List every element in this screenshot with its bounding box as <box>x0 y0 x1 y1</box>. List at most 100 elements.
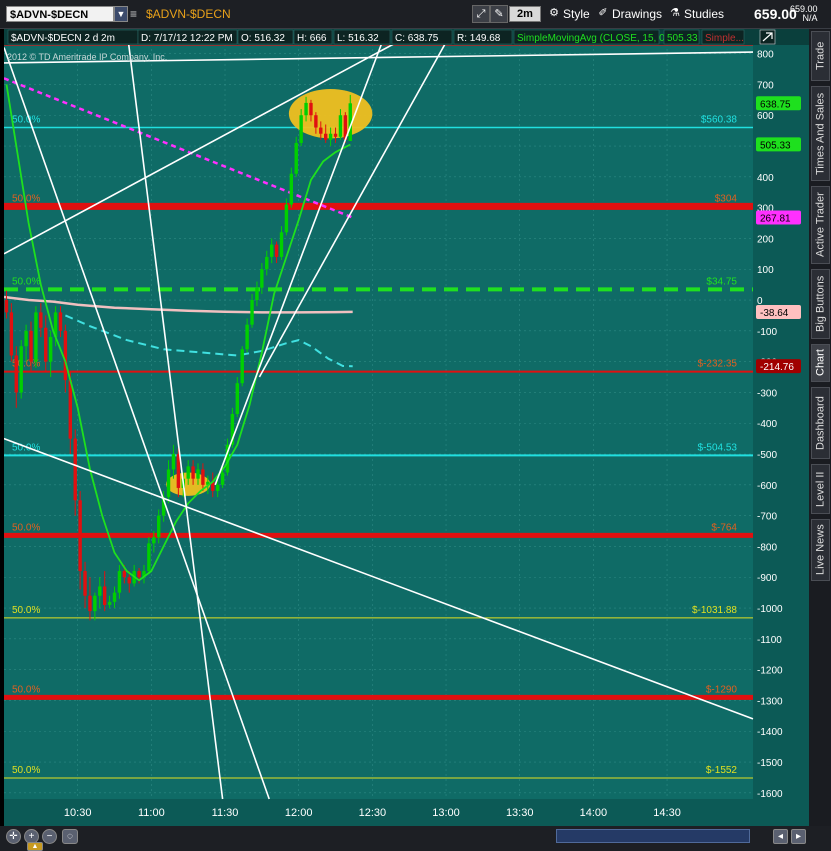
sidebar-tab-trade[interactable]: Trade <box>811 31 830 81</box>
chart-navigation-bar: ✛ + − ◌ ◂ ▸ ▲ <box>0 826 831 851</box>
fib-level-percent: 50.0% <box>12 684 40 695</box>
candle-body <box>314 115 318 128</box>
symbol-dropdown-icon[interactable]: ▼ <box>114 6 128 22</box>
y-tick-label: -1000 <box>757 604 783 615</box>
candle-body <box>245 324 249 350</box>
time-axis-background <box>4 799 812 826</box>
scroll-left-icon[interactable]: ◂ <box>773 829 788 844</box>
candle-body <box>107 601 112 605</box>
sidebar-tab-live-news[interactable]: Live News <box>811 519 830 581</box>
fib-level-price: $-1031.88 <box>692 605 737 616</box>
candle-body <box>68 380 73 439</box>
candle-body <box>122 571 127 578</box>
y-tick-label: -1400 <box>757 727 783 738</box>
x-tick-label: 14:00 <box>580 807 608 819</box>
candle-body <box>215 484 220 491</box>
candle-body <box>58 312 63 331</box>
candle-body <box>299 115 303 143</box>
plot-background <box>4 29 753 799</box>
style-icon: ⚙ <box>549 7 559 19</box>
y-tick-label: -400 <box>757 419 777 430</box>
chart-area[interactable]: 8007006005004003002001000-100-200-300-40… <box>3 28 812 826</box>
symbol-input[interactable]: $ADVN-$DECN <box>6 6 114 22</box>
candle-body <box>319 127 323 134</box>
price-bubble-label: -214.76 <box>760 362 794 373</box>
candle-body <box>152 537 156 544</box>
fib-level-percent: 50.0% <box>12 765 40 776</box>
candle-body <box>83 571 87 596</box>
chart-toolbar: $ADVN-$DECN ▼ ≡ $ADVN-$DECN ⤢ ✎ 2m ⚙ Sty… <box>0 0 831 29</box>
candle-body <box>166 469 171 498</box>
candle-body <box>14 355 18 393</box>
price-bubble-label: 267.81 <box>760 214 791 225</box>
sidebar-tab-chart[interactable]: Chart <box>811 344 830 382</box>
candle-body <box>78 500 82 572</box>
candle-body <box>255 287 259 301</box>
fib-level-price: $-232.35 <box>698 359 738 370</box>
candle-body <box>24 330 28 347</box>
sidebar-tab-active-trader[interactable]: Active Trader <box>811 186 830 264</box>
candle-body <box>240 349 244 384</box>
drawing-toggle-icon[interactable]: ◌ <box>62 829 78 844</box>
price-chart[interactable]: 8007006005004003002001000-100-200-300-40… <box>3 28 812 826</box>
candle-body <box>196 469 200 479</box>
y-tick-label: 600 <box>757 111 774 122</box>
style-button[interactable]: Style <box>563 5 590 23</box>
zoom-out-icon[interactable]: − <box>42 829 57 844</box>
y-tick-label: -300 <box>757 388 777 399</box>
crosshair-icon[interactable]: ✛ <box>6 829 21 844</box>
expand-arrow-icon[interactable]: ▲ <box>27 842 43 851</box>
candle-body <box>201 469 205 485</box>
studies-button[interactable]: Studies <box>684 5 724 23</box>
symbol-description: $ADVN-$DECN <box>146 7 231 21</box>
drawings-button[interactable]: Drawings <box>612 5 662 23</box>
candle-body <box>73 438 77 501</box>
wrench-icon[interactable]: ✎ <box>490 5 508 23</box>
candle-body <box>93 595 97 612</box>
price-bubble-label: 638.75 <box>760 99 791 110</box>
aggregation-button[interactable]: 2m <box>509 6 541 22</box>
x-tick-label: 13:30 <box>506 807 534 819</box>
candle-body <box>328 133 333 140</box>
x-tick-label: 13:00 <box>432 807 460 819</box>
y-tick-label: -1100 <box>757 635 782 646</box>
candle-body <box>137 571 141 578</box>
y-tick-label: -600 <box>757 481 777 492</box>
y-tick-label: 400 <box>757 173 774 184</box>
time-scrollbar[interactable] <box>556 829 750 843</box>
candle-body <box>279 232 284 257</box>
x-tick-label: 14:30 <box>653 807 681 819</box>
candle-body <box>19 346 23 393</box>
candle-body <box>171 454 176 470</box>
candle-body <box>102 586 107 605</box>
y-tick-label: -500 <box>757 450 777 461</box>
candle-body <box>333 133 338 137</box>
candle-body <box>34 312 38 362</box>
sidebar-tab-times-and-sales[interactable]: Times And Sales <box>811 86 830 181</box>
candle-body <box>324 133 328 140</box>
candle-body <box>250 300 254 325</box>
candle-body <box>338 115 343 137</box>
scroll-right-icon[interactable]: ▸ <box>791 829 806 844</box>
fib-level-percent: 50.0% <box>12 522 40 533</box>
info-field-text: 505.33 <box>667 33 698 44</box>
candle-body <box>44 327 48 362</box>
y-tick-label: 800 <box>757 50 774 61</box>
info-field-text: L: 516.32 <box>337 33 379 44</box>
right-sidebar: Trade Times And Sales Active Trader Big But… <box>809 29 831 826</box>
y-tick-label: -1500 <box>757 758 783 769</box>
sidebar-tab-dashboard[interactable]: Dashboard <box>811 387 830 459</box>
sidebar-tab-big-buttons[interactable]: Big Buttons <box>811 269 830 339</box>
candle-body <box>220 472 225 485</box>
last-price-change: N/A <box>802 13 818 23</box>
y-tick-label: -100 <box>757 327 777 338</box>
price-bubble-label: -38.64 <box>760 308 789 319</box>
menu-icon[interactable]: ≡ <box>130 6 142 22</box>
candle-body <box>9 312 14 356</box>
sidebar-tab-level-ii[interactable]: Level II <box>811 464 830 514</box>
x-tick-label: 10:30 <box>64 807 92 819</box>
zoom-icon[interactable]: ⤢ <box>472 5 490 23</box>
candle-body <box>4 300 9 313</box>
y-tick-label: 100 <box>757 265 774 276</box>
candle-body <box>48 337 53 362</box>
